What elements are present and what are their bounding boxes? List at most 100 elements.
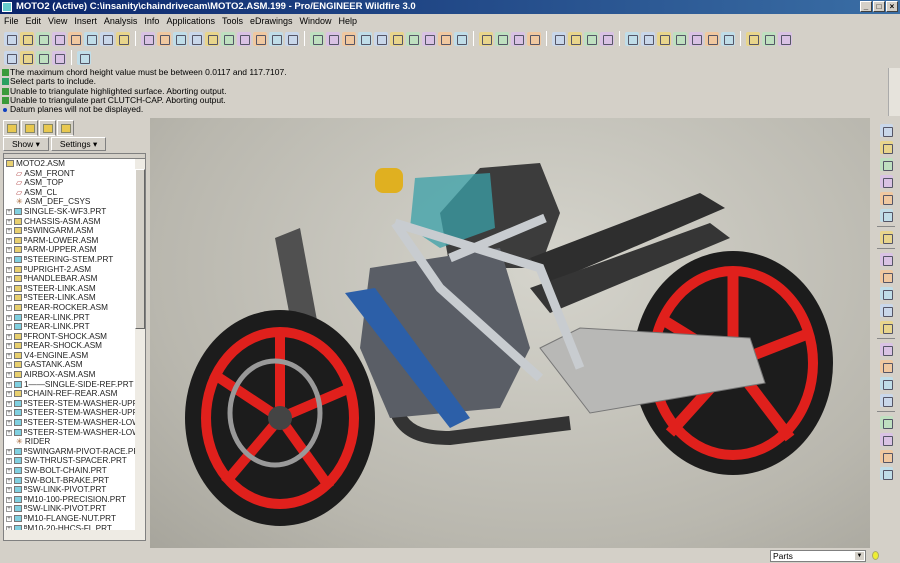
- menu-view[interactable]: View: [48, 14, 67, 28]
- connections-tab[interactable]: [57, 120, 74, 136]
- expand-icon[interactable]: +: [6, 477, 12, 484]
- plane-icon[interactable]: [641, 31, 655, 46]
- expand-icon[interactable]: +: [6, 468, 12, 474]
- maximize-button[interactable]: □: [873, 1, 885, 12]
- datum-planes-icon[interactable]: [552, 31, 566, 46]
- datum-1-icon[interactable]: [879, 416, 893, 429]
- menu-insert[interactable]: Insert: [74, 14, 97, 28]
- print-icon[interactable]: [116, 31, 130, 46]
- selection-filter-dropdown[interactable]: Parts ▼: [770, 550, 866, 562]
- tree-item[interactable]: ▱ ASM_TOP: [4, 178, 145, 188]
- find-icon[interactable]: [269, 31, 283, 46]
- tree-item[interactable]: + ᴮUPRIGHT-2.ASM: [4, 265, 145, 275]
- merge-icon[interactable]: [879, 377, 893, 390]
- expand-icon[interactable]: +: [6, 352, 12, 359]
- tree-item[interactable]: + V4-ENGINE.ASM: [4, 351, 145, 361]
- explode-icon[interactable]: [52, 50, 66, 65]
- axis-icon[interactable]: [657, 31, 671, 46]
- tree-vertical-scrollbar[interactable]: [135, 159, 145, 532]
- mechanism-icon[interactable]: [36, 50, 50, 65]
- redo-icon[interactable]: [157, 31, 171, 46]
- expand-icon[interactable]: +: [6, 324, 12, 331]
- tree-item[interactable]: + ᴮSTEER-STEM-WASHER-UPPER: [4, 399, 145, 409]
- settings-button[interactable]: Settings ▾: [50, 137, 107, 151]
- datum-points-icon[interactable]: [584, 31, 598, 46]
- tree-item[interactable]: MOTO2.ASM: [4, 159, 145, 169]
- layers-icon[interactable]: [358, 31, 372, 46]
- expand-icon[interactable]: +: [6, 237, 12, 244]
- datum-3-icon[interactable]: [879, 450, 893, 463]
- sketched-curve-icon[interactable]: [879, 175, 893, 188]
- tree-item[interactable]: + ᴮARM-UPPER.ASM: [4, 245, 145, 255]
- zoom-in-icon[interactable]: [406, 31, 420, 46]
- tree-item[interactable]: + ᴮREAR-LINK.PRT: [4, 322, 145, 332]
- spin-center-icon[interactable]: [310, 31, 324, 46]
- favorites-tab[interactable]: [39, 120, 56, 136]
- expand-icon[interactable]: +: [6, 333, 12, 340]
- mirror-icon[interactable]: [879, 343, 893, 356]
- menu-edit[interactable]: Edit: [26, 14, 42, 28]
- show-button[interactable]: Show ▾: [3, 137, 49, 151]
- cut-icon[interactable]: [173, 31, 187, 46]
- expand-icon[interactable]: +: [6, 429, 12, 436]
- tree-item[interactable]: ✳ RIDER: [4, 437, 145, 447]
- expand-icon[interactable]: +: [6, 515, 12, 522]
- extrude-icon[interactable]: [879, 270, 893, 283]
- create-component-icon[interactable]: [20, 50, 34, 65]
- tree-item[interactable]: + ᴮSW-LINK-PIVOT.PRT: [4, 485, 145, 495]
- menu-help[interactable]: Help: [339, 14, 358, 28]
- csys-icon[interactable]: [879, 209, 893, 222]
- folder-open-icon[interactable]: [52, 31, 66, 46]
- expand-icon[interactable]: +: [6, 487, 12, 494]
- expand-icon[interactable]: +: [6, 400, 12, 407]
- scroll-thumb[interactable]: [135, 169, 145, 329]
- tree-item[interactable]: + ᴮREAR-SHOCK.ASM: [4, 341, 145, 351]
- expand-icon[interactable]: +: [6, 285, 12, 292]
- expand-icon[interactable]: +: [6, 391, 12, 398]
- close-button[interactable]: ×: [886, 1, 898, 12]
- insert-component-icon[interactable]: [879, 253, 893, 266]
- expand-icon[interactable]: +: [6, 362, 12, 369]
- datum-axes-icon[interactable]: [568, 31, 582, 46]
- datum-4-icon[interactable]: [879, 467, 893, 480]
- backup-icon[interactable]: [100, 31, 114, 46]
- cut-out-icon[interactable]: [879, 394, 893, 407]
- expand-icon[interactable]: +: [6, 304, 12, 311]
- regenerate-icon[interactable]: [237, 31, 251, 46]
- tree-item[interactable]: + ᴮSTEER-STEM-WASHER-LOWE: [4, 418, 145, 428]
- expand-icon[interactable]: +: [6, 295, 12, 302]
- datum-plane-icon[interactable]: [879, 124, 893, 137]
- zoom-out-icon[interactable]: [422, 31, 436, 46]
- new-file-icon[interactable]: [36, 31, 50, 46]
- assemble-icon[interactable]: [4, 50, 18, 65]
- tree-item[interactable]: + ᴮSW-LINK-PIVOT.PRT: [4, 504, 145, 514]
- revolve-icon[interactable]: [879, 287, 893, 300]
- analysis-icon[interactable]: [879, 231, 893, 244]
- regen-manager-icon[interactable]: [253, 31, 267, 46]
- expand-icon[interactable]: +: [6, 266, 12, 273]
- csys-icon[interactable]: [600, 31, 614, 46]
- paste-special-icon[interactable]: [221, 31, 235, 46]
- tree-item[interactable]: + ᴮSWINGARM-PIVOT-RACE.PRT: [4, 447, 145, 457]
- hidden-line-icon[interactable]: [495, 31, 509, 46]
- tree-horizontal-scrollbar[interactable]: [4, 530, 145, 540]
- tree-item[interactable]: + CHASSIS-ASM.ASM: [4, 217, 145, 227]
- graphics-window[interactable]: [150, 118, 870, 548]
- tree-item[interactable]: + ᴮSTEER-LINK.ASM: [4, 284, 145, 294]
- selection-filter-icon[interactable]: [285, 31, 299, 46]
- tree-item[interactable]: + ᴮSTEERING-STEM.PRT: [4, 255, 145, 265]
- tree-item[interactable]: ▱ ASM_FRONT: [4, 169, 145, 179]
- csys-create-icon[interactable]: [689, 31, 703, 46]
- expand-icon[interactable]: +: [6, 256, 12, 263]
- folder-browser-tab[interactable]: [21, 120, 38, 136]
- analysis-icon[interactable]: [721, 31, 735, 46]
- save-icon[interactable]: [68, 31, 82, 46]
- window-activate-icon[interactable]: [762, 31, 776, 46]
- expand-icon[interactable]: +: [6, 381, 12, 388]
- zoom-window-icon[interactable]: [438, 31, 452, 46]
- undo-icon[interactable]: [141, 31, 155, 46]
- minimize-button[interactable]: _: [860, 1, 872, 12]
- tree-item[interactable]: + AIRBOX-ASM.ASM: [4, 370, 145, 380]
- tree-item[interactable]: + ᴮREAR-ROCKER.ASM: [4, 303, 145, 313]
- expand-icon[interactable]: +: [6, 448, 12, 455]
